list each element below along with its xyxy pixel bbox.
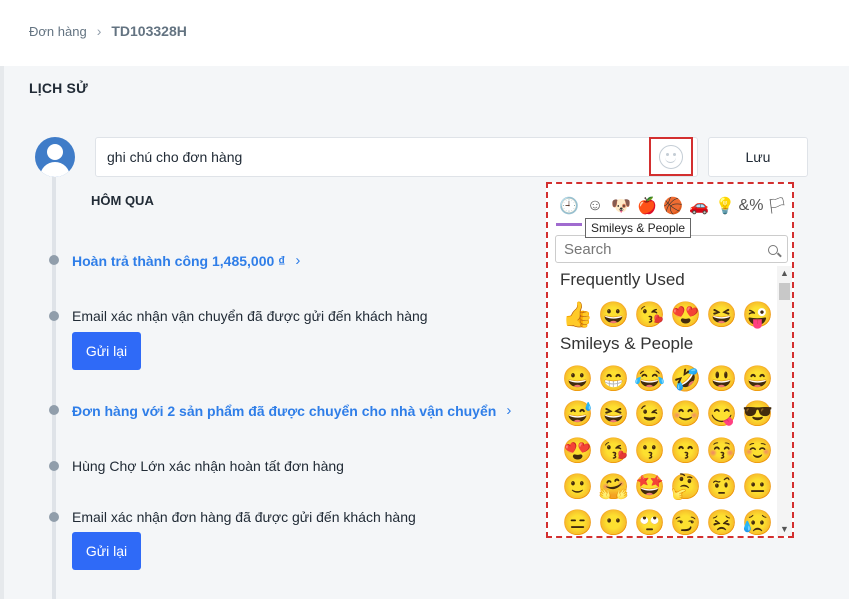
clock-icon[interactable]: 🕘 [556,193,582,219]
resend-order-email-button[interactable]: Gửi lại [72,532,141,570]
emoji-button[interactable]: 😍 [668,299,704,331]
breadcrumb-order-id: TD103328H [111,23,187,39]
emoji-button[interactable]: 😀 [596,299,632,331]
emoji-button[interactable]: 🤣 [668,363,704,395]
emoji-button[interactable]: 😍 [560,435,596,467]
event-text: Hùng Chợ Lớn xác nhận hoàn tất đơn hàng [72,458,344,474]
breadcrumb-orders-link[interactable]: Đơn hàng [29,24,87,39]
car-icon[interactable]: 🚗 [686,193,712,219]
save-note-button[interactable]: Lưu [708,137,808,177]
scroll-up-icon[interactable]: ▲ [777,266,792,280]
emoji-button[interactable]: 😣 [704,507,740,536]
event-text: Hoàn trả thành công 1,485,000 ₫ [72,252,286,269]
emoji-button[interactable]: 😎 [740,398,776,430]
apple-icon[interactable]: 🍎 [634,193,660,219]
emoji-button[interactable]: 😑 [560,507,596,536]
smiley-icon [659,144,683,169]
emoji-category-bar: 🕘 ☺ 🐶 🍎 🏀 🚗 💡 &% 🏳 [556,193,790,219]
emoji-button[interactable]: 😅 [560,398,596,430]
emoji-button[interactable]: 🤩 [632,471,668,503]
scroll-down-icon[interactable]: ▼ [777,522,792,536]
chevron-right-icon: › [295,252,301,269]
basketball-icon[interactable]: 🏀 [660,193,686,219]
emoji-button[interactable]: 😐 [740,471,776,503]
emoji-button[interactable]: 🙄 [632,507,668,536]
emoji-button[interactable]: 🙂 [560,471,596,503]
note-field[interactable] [95,137,698,177]
event-text: Email xác nhận vận chuyển đã được gửi đế… [72,308,428,324]
emoji-button[interactable]: 😙 [668,435,704,467]
emoji-button[interactable]: 😂 [632,363,668,395]
timeline-line [52,170,56,599]
event-text: Đơn hàng với 2 sản phẩm đã được chuyển c… [72,402,497,419]
emoji-picker: 🕘 ☺ 🐶 🍎 🏀 🚗 💡 &% 🏳 Frequently Used 👍 😀 😘… [546,182,794,538]
emoji-button[interactable]: 😉 [632,398,668,430]
dog-icon[interactable]: 🐶 [608,193,634,219]
smileys-row: 😀 😁 😂 🤣 😃 😄 [560,363,776,395]
emoji-button[interactable]: ☺️ [740,435,776,467]
emoji-button[interactable]: 😊 [668,398,704,430]
emoji-button[interactable]: 😆 [596,398,632,430]
shipment-event-link[interactable]: Đơn hàng với 2 sản phẩm đã được chuyển c… [72,402,511,419]
emoji-button[interactable]: 👍 [560,299,596,331]
chevron-right-icon: › [506,402,512,419]
emoji-button[interactable]: 🤔 [668,471,704,503]
emoji-button[interactable]: 😋 [704,398,740,430]
search-icon [768,245,778,255]
resend-shipping-email-button[interactable]: Gửi lại [72,332,141,370]
emoji-scrollbar[interactable]: ▲ ▼ [777,266,792,536]
emoji-button[interactable]: 😗 [632,435,668,467]
timeline-dot [49,512,59,522]
frequently-used-row: 👍 😀 😘 😍 😆 😜 [560,299,776,331]
chevron-right-icon: › [96,23,102,39]
emoji-button[interactable]: 😚 [704,435,740,467]
user-avatar-icon [35,137,75,177]
smileys-row: 🙂 🤗 🤩 🤔 🤨 😐 [560,471,776,503]
timeline-dot [49,311,59,321]
emoji-button[interactable]: 😶 [596,507,632,536]
smileys-heading: Smileys & People [560,334,694,353]
smileys-row: 😍 😘 😗 😙 😚 ☺️ [560,435,776,467]
smileys-row: 😑 😶 🙄 😏 😣 😥 [560,507,776,536]
event-text: Email xác nhận đơn hàng đã được gửi đến … [72,509,416,525]
emoji-search-field[interactable] [555,235,788,263]
symbols-icon[interactable]: &% [738,193,764,219]
emoji-button[interactable]: 🤨 [704,471,740,503]
category-tooltip: Smileys & People [585,218,692,238]
emoji-button[interactable]: 😜 [740,299,776,331]
emoji-button[interactable]: 😄 [740,363,776,395]
timeline-dot [49,405,59,415]
smiley-icon[interactable]: ☺ [582,193,608,219]
refund-event-link[interactable]: Hoàn trả thành công 1,485,000 ₫ › [72,252,300,269]
flag-icon[interactable]: 🏳 [764,193,790,219]
note-input[interactable] [96,138,697,176]
breadcrumb: Đơn hàng › TD103328H [29,23,187,39]
emoji-search-input[interactable] [556,236,787,262]
day-label: HÔM QUA [91,193,154,208]
smileys-row: 😅 😆 😉 😊 😋 😎 [560,398,776,430]
emoji-button[interactable]: 🤗 [596,471,632,503]
scrollbar-thumb[interactable] [779,283,790,300]
emoji-button[interactable]: 😏 [668,507,704,536]
emoji-button[interactable]: 😆 [704,299,740,331]
emoji-button[interactable]: 😘 [596,435,632,467]
emoji-button[interactable]: 😥 [740,507,776,536]
history-title: LỊCH SỬ [29,80,88,96]
timeline-dot [49,255,59,265]
emoji-button[interactable]: 😁 [596,363,632,395]
emoji-button[interactable]: 😀 [560,363,596,395]
lightbulb-icon[interactable]: 💡 [712,193,738,219]
emoji-button[interactable]: 😃 [704,363,740,395]
timeline-dot [49,461,59,471]
emoji-picker-button[interactable] [649,137,693,176]
active-category-indicator [556,223,582,226]
emoji-button[interactable]: 😘 [632,299,668,331]
frequently-used-heading: Frequently Used [560,270,685,289]
